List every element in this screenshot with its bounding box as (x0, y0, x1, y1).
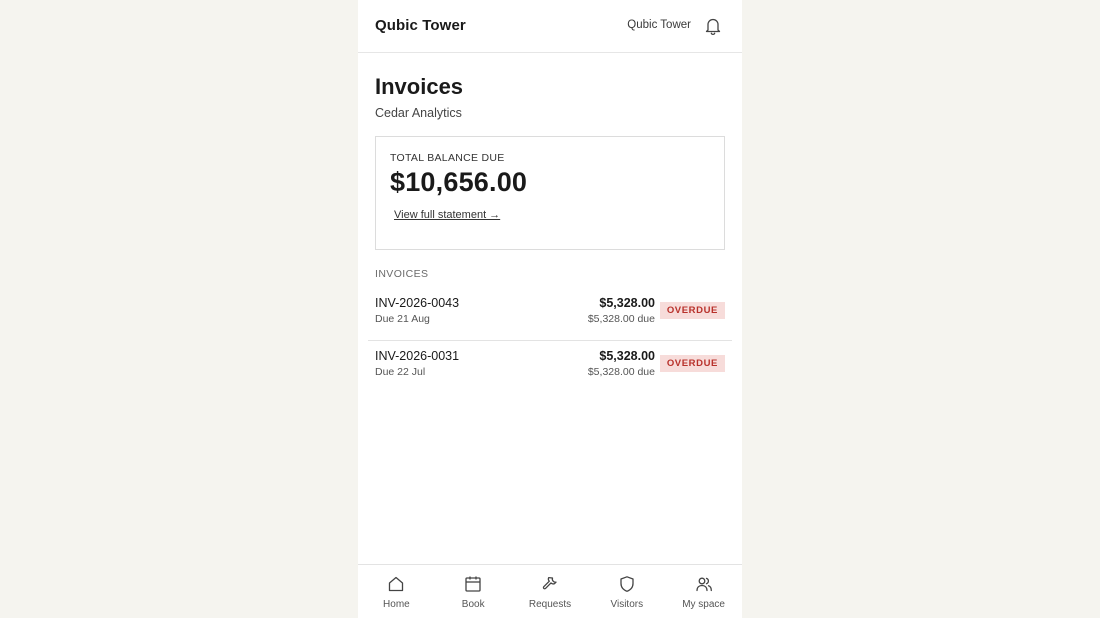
invoices-section-label: INVOICES (375, 268, 429, 280)
status-badge: OVERDUE (659, 355, 725, 372)
brand-title: Qubic Tower (375, 17, 466, 34)
invoice-number: INV-2026-0031 (375, 349, 460, 363)
balance-label: TOTAL BALANCE DUE (390, 152, 505, 164)
invoice-due-date: Due 21 Aug (375, 313, 430, 325)
nav-item-visitors[interactable]: Visitors (588, 565, 665, 618)
nav-item-my-space[interactable]: My space (665, 565, 742, 618)
invoice-remaining: $5,328.00 due (587, 366, 655, 378)
invoice-remaining: $5,328.00 due (587, 313, 655, 325)
invoice-amount: $5,328.00 (599, 296, 655, 310)
nav-label: Requests (528, 599, 572, 610)
invoice-row[interactable]: INV-2026-0043 Due 21 Aug $5,328.00 $5,32… (368, 289, 732, 341)
home-icon (389, 576, 404, 592)
nav-label: My space (682, 599, 725, 610)
tenant-name: Cedar Analytics (375, 106, 462, 120)
bell-icon[interactable] (704, 16, 722, 36)
invoice-number: INV-2026-0043 (375, 296, 460, 310)
nav-label: Book (461, 599, 485, 610)
balance-amount: $10,656.00 (390, 167, 528, 197)
building-selector[interactable]: Qubic Tower (627, 19, 691, 31)
page-title: Invoices (375, 74, 464, 99)
balance-card: TOTAL BALANCE DUE $10,656.00 View full s… (375, 136, 725, 250)
invoice-due-date: Due 22 Jul (375, 366, 426, 378)
app-screen: Qubic Tower Qubic Tower Invoices Cedar A… (358, 0, 742, 618)
nav-item-book[interactable]: Book (435, 565, 512, 618)
nav-item-home[interactable]: Home (358, 565, 435, 618)
wrench-icon (542, 576, 557, 590)
bottom-nav: Home Book Requests Visitors My space (358, 564, 742, 618)
view-statement-link[interactable]: View full statement → (394, 209, 500, 221)
invoice-amount: $5,328.00 (599, 349, 655, 363)
invoice-row[interactable]: INV-2026-0031 Due 22 Jul $5,328.00 $5,32… (368, 342, 732, 394)
calendar-icon (465, 576, 481, 592)
nav-label: Visitors (610, 599, 644, 610)
nav-label: Home (383, 599, 410, 610)
status-badge: OVERDUE (659, 302, 725, 319)
shield-icon (620, 576, 634, 592)
nav-item-requests[interactable]: Requests (512, 565, 589, 618)
top-bar: Qubic Tower Qubic Tower (358, 0, 742, 53)
people-icon (695, 577, 712, 592)
